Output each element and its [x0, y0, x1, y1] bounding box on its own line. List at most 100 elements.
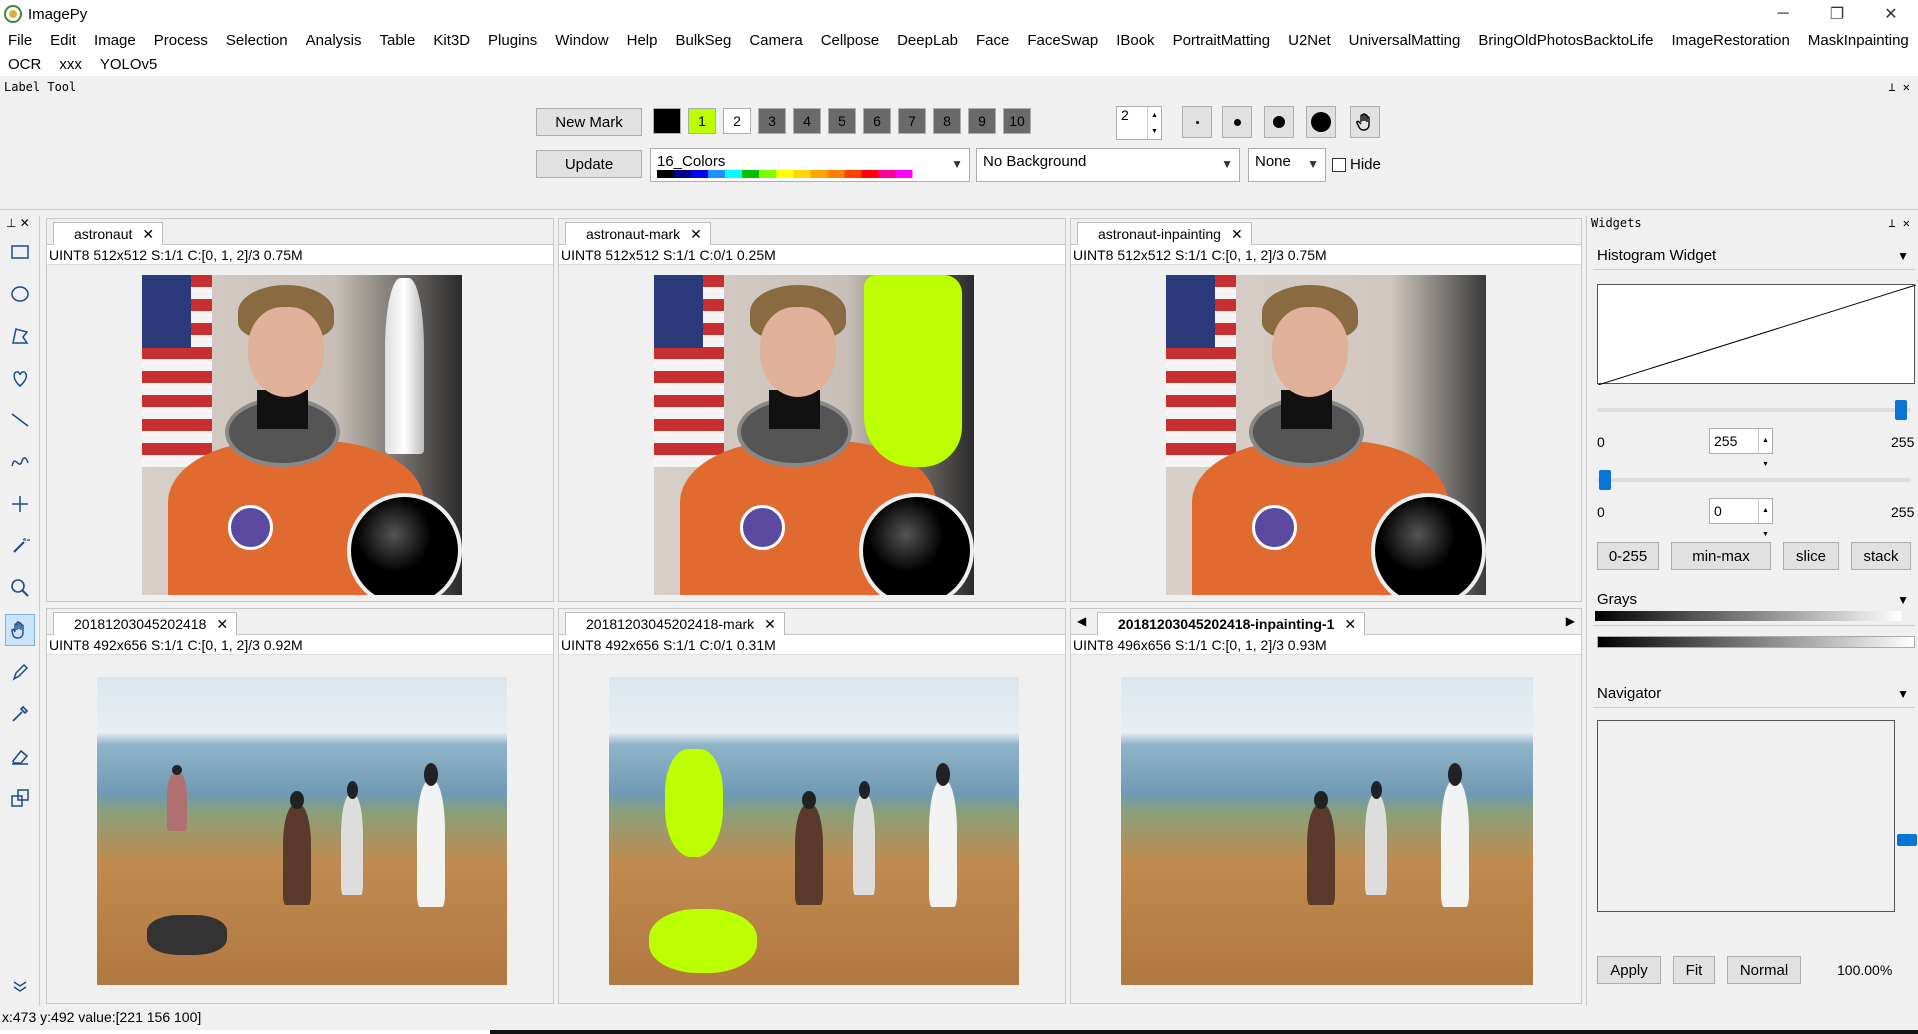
checkbox-box[interactable] [1332, 157, 1346, 172]
close-icon[interactable]: ✕ [216, 616, 228, 633]
max-value-input[interactable]: 255 ▲ ▼ [1709, 428, 1773, 468]
line-tool-icon[interactable] [5, 404, 35, 436]
point-tool-icon[interactable] [5, 488, 35, 520]
image-canvas[interactable] [1166, 275, 1486, 595]
menu-item-image[interactable]: Image [94, 32, 136, 49]
palette-select[interactable]: 16_Colors ▼ [650, 148, 970, 182]
close-icon[interactable]: ✕ [764, 616, 776, 633]
brush-size-tiny-button[interactable] [1182, 106, 1212, 138]
menu-item-kit3d[interactable]: Kit3D [433, 32, 470, 49]
range-stack-button[interactable]: stack [1851, 542, 1911, 570]
expand-more-icon[interactable] [5, 970, 35, 1002]
color-swatch-1[interactable]: 1 [688, 108, 716, 134]
close-icon[interactable]: ✕ [1231, 226, 1243, 243]
normal-button[interactable]: Normal [1727, 956, 1801, 984]
spin-arrows-icon[interactable]: ▲ ▼ [1758, 429, 1772, 468]
menu-item-table[interactable]: Table [380, 32, 416, 49]
menu-item-xxx[interactable]: xxx [59, 56, 82, 73]
menu-item-ocr[interactable]: OCR [8, 56, 41, 73]
navigator-zoom-thumb[interactable] [1897, 834, 1917, 846]
restore-button[interactable]: ❐ [1810, 0, 1864, 28]
menu-item-deeplab[interactable]: DeepLab [897, 32, 958, 49]
hand-tool-icon[interactable] [5, 614, 35, 646]
image-canvas[interactable] [609, 677, 1019, 985]
mode-select[interactable]: None ▼ [1248, 148, 1326, 182]
magic-wand-icon[interactable] [5, 530, 35, 562]
menu-item-ibook[interactable]: IBook [1116, 32, 1154, 49]
hand-cursor-icon[interactable] [1350, 106, 1380, 138]
min-value-input[interactable]: 0 ▲ ▼ [1709, 498, 1773, 538]
close-icon[interactable]: ✕ [690, 226, 702, 243]
menu-item-file[interactable]: File [8, 32, 32, 49]
menu-item-cellpose[interactable]: Cellpose [821, 32, 879, 49]
tab-beach-inpainting[interactable]: 20181203045202418-inpainting-1 ✕ [1097, 612, 1366, 635]
transform-tool-icon[interactable] [5, 782, 35, 814]
pencil-tool-icon[interactable] [5, 656, 35, 688]
max-slider-thumb[interactable] [1895, 400, 1907, 420]
new-mark-button[interactable]: New Mark [536, 108, 642, 136]
menu-item-bringoldphotosbacktolife[interactable]: BringOldPhotosBacktoLife [1478, 32, 1653, 49]
color-swatch-black[interactable] [653, 108, 681, 134]
min-slider-thumb[interactable] [1599, 470, 1611, 490]
hide-checkbox[interactable]: Hide [1332, 156, 1381, 173]
navigator-select[interactable]: Navigator ▼ [1593, 680, 1915, 708]
menu-item-universalmatting[interactable]: UniversalMatting [1349, 32, 1461, 49]
color-swatch-8[interactable]: 8 [933, 108, 961, 134]
brush-size-small-button[interactable] [1222, 106, 1252, 138]
color-swatch-9[interactable]: 9 [968, 108, 996, 134]
ellipse-tool-icon[interactable] [5, 278, 35, 310]
menu-item-camera[interactable]: Camera [749, 32, 802, 49]
range-0-255-button[interactable]: 0-255 [1597, 542, 1659, 570]
image-canvas[interactable] [142, 275, 462, 595]
image-canvas[interactable] [654, 275, 974, 595]
zoom-tool-icon[interactable] [5, 572, 35, 604]
spin-arrows-icon[interactable]: ▲ ▼ [1758, 499, 1772, 538]
tab-scroll-left-icon[interactable]: ◀ [1077, 614, 1086, 628]
menu-item-analysis[interactable]: Analysis [306, 32, 362, 49]
histogram-widget-select[interactable]: Histogram Widget ▼ [1593, 242, 1915, 270]
color-swatch-4[interactable]: 4 [793, 108, 821, 134]
menu-item-window[interactable]: Window [555, 32, 608, 49]
toolbar-pin-close-icon[interactable]: ⊥ ✕ [0, 216, 39, 234]
background-select[interactable]: No Background ▼ [976, 148, 1240, 182]
tab-astronaut-inpainting[interactable]: astronaut-inpainting ✕ [1077, 222, 1252, 245]
update-button[interactable]: Update [536, 150, 642, 178]
color-swatch-7[interactable]: 7 [898, 108, 926, 134]
menu-item-yolov5[interactable]: YOLOv5 [100, 56, 158, 73]
menu-item-bulkseg[interactable]: BulkSeg [675, 32, 731, 49]
menu-item-u2net[interactable]: U2Net [1288, 32, 1331, 49]
menu-item-help[interactable]: Help [627, 32, 658, 49]
curve-tool-icon[interactable] [5, 446, 35, 478]
color-swatch-5[interactable]: 5 [828, 108, 856, 134]
fit-button[interactable]: Fit [1673, 956, 1715, 984]
menu-item-portraitmatting[interactable]: PortraitMatting [1173, 32, 1271, 49]
minimize-button[interactable]: ─ [1756, 0, 1810, 28]
max-slider-track[interactable] [1597, 408, 1911, 412]
close-button[interactable]: ✕ [1864, 0, 1918, 28]
menu-item-imagerestoration[interactable]: ImageRestoration [1671, 32, 1789, 49]
lut-select[interactable]: Grays ▼ [1593, 586, 1915, 626]
menu-item-plugins[interactable]: Plugins [488, 32, 537, 49]
color-swatch-2[interactable]: 2 [723, 108, 751, 134]
polygon-tool-icon[interactable] [5, 320, 35, 352]
eraser-tool-icon[interactable] [5, 740, 35, 772]
menu-item-selection[interactable]: Selection [226, 32, 288, 49]
tab-beach-mark[interactable]: 20181203045202418-mark ✕ [565, 612, 785, 635]
menu-item-process[interactable]: Process [154, 32, 208, 49]
pen-size-spinner[interactable]: 2 ▲ ▼ [1116, 106, 1162, 140]
freehand-tool-icon[interactable] [5, 362, 35, 394]
tab-astronaut-mark[interactable]: astronaut-mark ✕ [565, 222, 711, 245]
tab-scroll-right-icon[interactable]: ▶ [1566, 614, 1575, 628]
close-icon[interactable]: ✕ [142, 226, 154, 243]
rectangle-tool-icon[interactable] [5, 236, 35, 268]
dock-pin-close-icon[interactable]: ⊥ ✕ [1888, 80, 1910, 94]
brush-size-medium-button[interactable] [1264, 106, 1294, 138]
spin-arrows-icon[interactable]: ▲ ▼ [1147, 107, 1161, 139]
image-canvas[interactable] [97, 677, 507, 985]
close-icon[interactable]: ✕ [1344, 616, 1356, 633]
tab-astronaut[interactable]: astronaut ✕ [53, 222, 164, 245]
apply-button[interactable]: Apply [1597, 956, 1661, 984]
brush-size-large-button[interactable] [1306, 106, 1336, 138]
range-slice-button[interactable]: slice [1783, 542, 1839, 570]
menu-item-edit[interactable]: Edit [50, 32, 76, 49]
